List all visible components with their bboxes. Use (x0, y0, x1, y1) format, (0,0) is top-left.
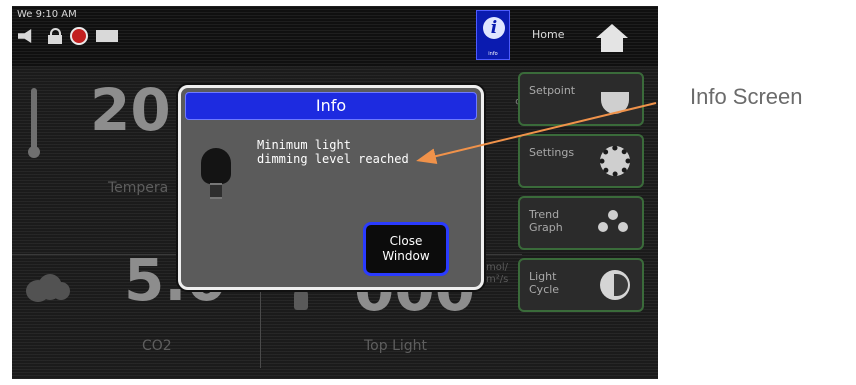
callout-arrow (416, 102, 657, 165)
callout-label: Info Screen (690, 84, 803, 109)
